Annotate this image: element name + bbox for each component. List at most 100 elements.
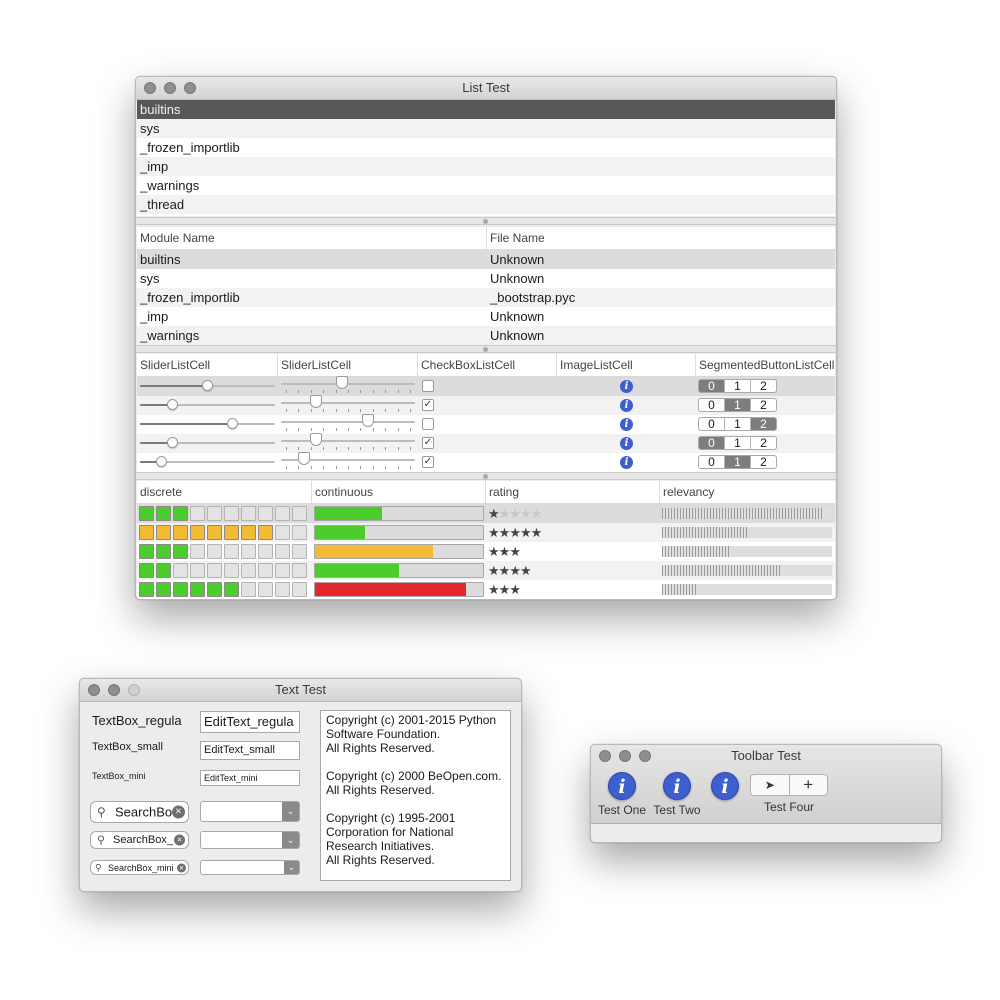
rating-stars[interactable]: ★★★ <box>488 542 521 561</box>
column-header-rating[interactable]: rating <box>486 481 660 503</box>
slider-knob[interactable] <box>335 376 348 389</box>
module-table[interactable]: Module Name File Name builtins Unknown s… <box>137 227 835 345</box>
segment[interactable]: 2 <box>751 380 776 392</box>
tick-slider[interactable] <box>281 376 415 393</box>
slider-knob[interactable] <box>167 437 179 448</box>
table-row[interactable]: _imp Unknown <box>137 307 835 326</box>
table-row[interactable]: ★★★ <box>137 542 835 561</box>
list-item[interactable]: _imp <box>137 157 835 176</box>
combo-box-small[interactable]: ⌄ <box>200 831 300 849</box>
split-divider[interactable] <box>136 217 836 225</box>
checkbox[interactable] <box>422 380 434 392</box>
segment[interactable]: 2 <box>751 456 776 468</box>
segmented-control[interactable]: ➤ + <box>750 774 828 796</box>
close-button[interactable] <box>144 82 156 94</box>
search-box-mini[interactable]: ⚲ SearchBox_mini × <box>90 860 189 875</box>
slider[interactable] <box>140 456 275 467</box>
table-row[interactable]: builtins Unknown <box>137 250 835 269</box>
segment[interactable]: 0 <box>699 399 725 411</box>
search-box-regular[interactable]: ⚲ SearchBo × <box>90 801 189 823</box>
column-header-discrete[interactable]: discrete <box>137 481 312 503</box>
segmented-control[interactable]: 012 <box>698 398 777 412</box>
close-button[interactable] <box>599 750 611 762</box>
minimize-button[interactable] <box>108 684 120 696</box>
segmented-control[interactable]: 012 <box>698 417 777 431</box>
column-header-checkbox[interactable]: CheckBoxListCell <box>418 354 557 376</box>
zoom-button[interactable] <box>184 82 196 94</box>
slider-knob[interactable] <box>167 399 179 410</box>
rating-stars[interactable]: ★★★★★ <box>488 504 542 523</box>
toolbar-item-test-four[interactable]: ➤ + Test Four <box>749 774 829 814</box>
slider[interactable] <box>140 399 275 410</box>
segment[interactable]: 1 <box>725 380 751 392</box>
tick-slider[interactable] <box>281 433 415 450</box>
table-row[interactable]: ★★★★★ <box>137 523 835 542</box>
tick-slider[interactable] <box>281 395 415 412</box>
table-row[interactable]: _warnings Unknown <box>137 326 835 345</box>
segment[interactable]: 0 <box>699 380 725 392</box>
toolbar-item-test-two[interactable]: i Test Two <box>651 772 703 817</box>
chevron-down-icon[interactable]: ⌄ <box>284 861 299 874</box>
segment[interactable]: 1 <box>725 399 751 411</box>
zoom-button[interactable] <box>128 684 140 696</box>
tick-slider[interactable] <box>281 452 415 469</box>
table-row[interactable]: ★★★★★ <box>137 504 835 523</box>
rating-stars[interactable]: ★★★ <box>488 580 521 599</box>
column-header-module-name[interactable]: Module Name <box>137 227 487 249</box>
chevron-down-icon[interactable]: ⌄ <box>282 832 299 848</box>
tick-slider[interactable] <box>281 414 415 431</box>
split-divider[interactable] <box>136 472 836 480</box>
rating-stars[interactable]: ★★★★ <box>488 561 532 580</box>
slider[interactable] <box>140 418 275 429</box>
segmented-control[interactable]: 012 <box>698 436 777 450</box>
column-header-segmented[interactable]: SegmentedButtonListCell <box>696 354 835 376</box>
clear-search-icon[interactable]: × <box>174 834 185 846</box>
segment[interactable]: 0 <box>699 437 725 449</box>
checkbox[interactable] <box>422 418 434 430</box>
cursor-icon[interactable]: ➤ <box>751 775 790 795</box>
column-header-file-name[interactable]: File Name <box>487 227 835 249</box>
edit-text-mini[interactable]: EditText_mini <box>200 770 300 786</box>
slider-knob[interactable] <box>310 395 323 408</box>
checkbox[interactable]: ✓ <box>422 456 434 468</box>
column-header-slider-2[interactable]: SliderListCell <box>278 354 418 376</box>
list-item[interactable]: builtins <box>137 100 835 119</box>
segment[interactable]: 0 <box>699 418 725 430</box>
segment[interactable]: 2 <box>751 418 776 430</box>
column-header-continuous[interactable]: continuous <box>312 481 486 503</box>
slider-knob[interactable] <box>202 380 213 391</box>
table-row[interactable]: i 012 <box>137 376 835 396</box>
column-header-slider-1[interactable]: SliderListCell <box>137 354 278 376</box>
zoom-button[interactable] <box>639 750 651 762</box>
chevron-down-icon[interactable]: ⌄ <box>282 802 299 821</box>
rating-stars[interactable]: ★★★★★ <box>488 523 542 542</box>
list-item[interactable]: _warnings <box>137 176 835 195</box>
clear-search-icon[interactable]: × <box>172 805 185 819</box>
simple-list[interactable]: builtins sys _frozen_importlib _imp _war… <box>137 100 835 216</box>
search-box-small[interactable]: ⚲ SearchBox_ × <box>90 831 189 849</box>
segment[interactable]: 1 <box>725 437 751 449</box>
slider-knob[interactable] <box>298 452 311 465</box>
column-header-image[interactable]: ImageListCell <box>557 354 696 376</box>
edit-text-small[interactable]: EditText_small <box>200 741 300 760</box>
checkbox[interactable]: ✓ <box>422 437 434 449</box>
split-divider[interactable] <box>136 345 836 353</box>
segment[interactable]: 0 <box>699 456 725 468</box>
checkbox[interactable]: ✓ <box>422 399 434 411</box>
levels-table[interactable]: discrete continuous rating relevancy ★★★… <box>137 481 835 599</box>
minimize-button[interactable] <box>164 82 176 94</box>
list-item[interactable]: _thread <box>137 195 835 214</box>
table-row[interactable]: ★★★ <box>137 580 835 599</box>
segment[interactable]: 2 <box>751 399 776 411</box>
clear-search-icon[interactable]: × <box>177 863 186 872</box>
toolbar-item-test-three[interactable]: i <box>699 772 751 800</box>
slider-knob[interactable] <box>361 414 374 427</box>
combo-box-mini[interactable]: ⌄ <box>200 860 300 875</box>
table-row[interactable]: sys Unknown <box>137 269 835 288</box>
list-item[interactable]: _frozen_importlib <box>137 138 835 157</box>
list-item[interactable]: sys <box>137 119 835 138</box>
segmented-control[interactable]: 012 <box>698 455 777 469</box>
text-editor[interactable]: Copyright (c) 2001-2015 Python Software … <box>320 710 511 881</box>
column-header-relevancy[interactable]: relevancy <box>660 481 835 503</box>
close-button[interactable] <box>88 684 100 696</box>
